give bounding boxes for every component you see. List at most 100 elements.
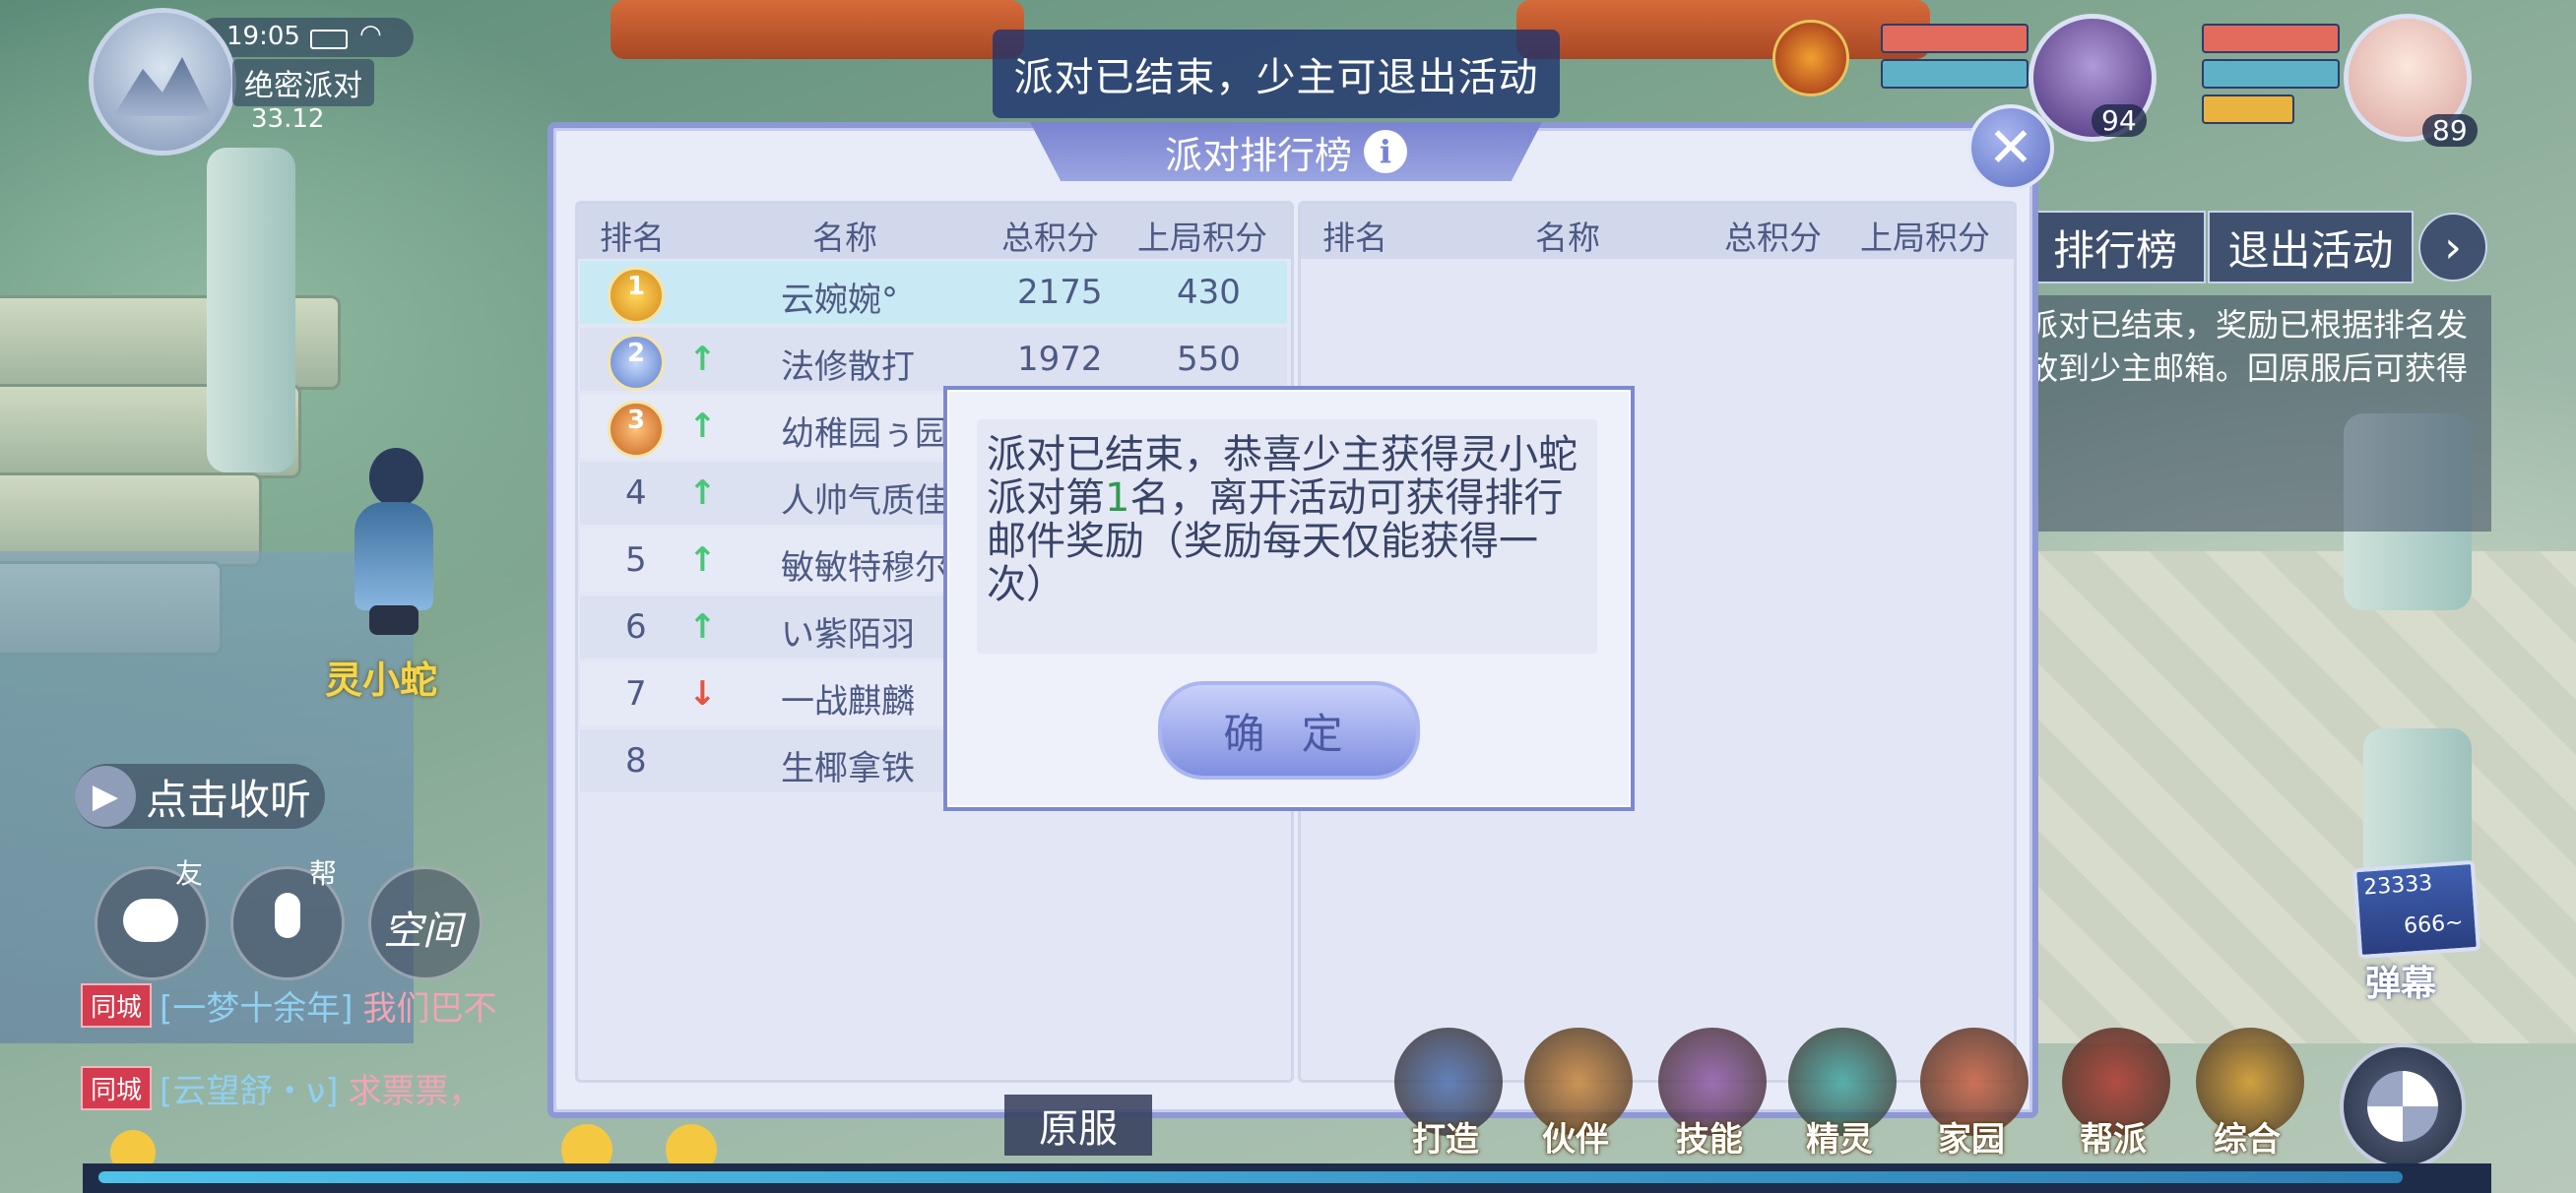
- activity-info-text: 派对已结束，奖励已根据排名发放到少主邮箱。回原服后可获得: [2019, 295, 2491, 532]
- rank-medal-icon: 2: [608, 334, 665, 391]
- col-total-right: 总积分: [1724, 219, 1822, 257]
- experience-bar: [83, 1163, 2491, 1193]
- dock-label: 帮派: [2080, 1120, 2147, 1160]
- activity-info-content: 派对已结束，奖励已根据排名发放到少主邮箱。回原服后可获得: [2027, 306, 2469, 387]
- activity-score: 33.12: [251, 104, 325, 134]
- return-server-button[interactable]: 原服: [1004, 1095, 1152, 1156]
- col-name: 名称: [812, 219, 877, 257]
- player-name-cell: 生椰拿铁: [781, 749, 915, 788]
- col-last: 上局积分: [1137, 219, 1267, 257]
- col-rank-right: 排名: [1322, 219, 1387, 257]
- player-name-cell: 云婉婉°: [781, 281, 898, 320]
- total-score-cell: 2175: [1017, 273, 1103, 312]
- ranking-button[interactable]: 排行榜: [2025, 211, 2206, 283]
- trend-up-icon: ↑: [688, 473, 717, 513]
- trend-down-icon: ↓: [688, 674, 717, 714]
- panel-title-bar: 派对排行榜 i: [1030, 122, 1542, 181]
- rank-number: 5: [625, 540, 647, 580]
- last-score-cell: 430: [1177, 273, 1241, 312]
- party-ended-banner: 派对已结束，少主可退出活动: [993, 30, 1560, 118]
- main-menu-button[interactable]: [2340, 1043, 2466, 1169]
- rank-number: 8: [625, 741, 647, 781]
- dock-label: 打造: [1412, 1120, 1479, 1160]
- chat-channel-tag: 同城: [81, 1065, 153, 1110]
- space-label: 空间: [383, 909, 462, 954]
- chat-channel-tag: 同城: [81, 982, 153, 1028]
- expand-arrow-icon[interactable]: ›: [2418, 213, 2487, 282]
- activity-name: 绝密派对: [232, 59, 374, 106]
- rank-medal-number: 3: [626, 406, 646, 435]
- chat-line[interactable]: 同城 [一梦十余年] 我们巴不: [81, 980, 497, 1030]
- chat-message: 求票票，: [348, 1071, 483, 1111]
- rank-medal-icon: 3: [608, 401, 665, 458]
- close-button[interactable]: ✕: [1967, 104, 2054, 191]
- table-row[interactable]: 2 ↑ 法修散打 1972 550: [580, 328, 1287, 391]
- trend-up-icon: ↑: [688, 407, 717, 446]
- guild-label: 帮: [309, 857, 338, 890]
- player-name-cell: 人帅气质佳: [781, 481, 948, 521]
- player-name-cell: 一战麒麟: [781, 682, 915, 722]
- boss-badge-icon[interactable]: [1772, 20, 1849, 96]
- trend-up-icon: ↑: [688, 607, 717, 647]
- col-total: 总积分: [1001, 219, 1099, 257]
- member-2-bars: [2202, 24, 2340, 130]
- player-name-cell: い紫陌羽: [781, 615, 915, 655]
- ranking-header: 排名 名称 总积分 上局积分: [578, 204, 1291, 259]
- chat-line[interactable]: 同城 [云望舒・ν] 求票票，: [81, 1063, 483, 1112]
- player-character[interactable]: [325, 448, 463, 635]
- close-icon: ✕: [1987, 115, 2034, 180]
- confirm-label: 确 定: [1223, 709, 1355, 758]
- return-server-label: 原服: [1039, 1106, 1118, 1152]
- member-1-bars: [1881, 24, 2029, 94]
- confirm-button[interactable]: 确 定: [1158, 681, 1420, 780]
- reward-rank: 1: [1105, 475, 1130, 521]
- reward-message: 派对已结束，恭喜少主获得灵小蛇派对第1名，离开活动可获得排行邮件奖励（奖励每天仅…: [977, 419, 1597, 620]
- trend-up-icon: ↑: [688, 540, 717, 580]
- chat-sender: [云望舒・ν]: [160, 1071, 339, 1111]
- player-name-cell: 法修散打: [781, 347, 915, 387]
- exit-activity-button[interactable]: 退出活动: [2208, 211, 2414, 283]
- wifi-icon: ◠: [359, 20, 382, 49]
- barrage-widget[interactable]: 23333 666~ 弹幕: [2351, 859, 2481, 1004]
- player-name: 灵小蛇: [325, 659, 438, 702]
- last-score-cell: 550: [1177, 340, 1241, 379]
- experience-fill: [98, 1171, 2403, 1183]
- player-name-cell: 敏敏特穆尔: [781, 548, 948, 588]
- col-name-right: 名称: [1535, 219, 1600, 257]
- barrage-screen-icon: 23333 666~: [2351, 859, 2481, 960]
- barrage-label: 弹幕: [2365, 964, 2437, 1004]
- space-button[interactable]: 空间: [368, 866, 483, 980]
- dock-label: 伙伴: [1542, 1120, 1609, 1160]
- play-icon: ▶: [75, 766, 136, 827]
- rank-medal-number: 1: [626, 272, 646, 301]
- col-rank: 排名: [600, 219, 665, 257]
- member-2-level: 89: [2422, 114, 2478, 147]
- chat-message: 我们巴不: [362, 988, 497, 1029]
- pinwheel-icon: [2367, 1071, 2438, 1142]
- dock-label: 综合: [2214, 1120, 2281, 1160]
- rank-medal-number: 2: [626, 339, 646, 368]
- trend-up-icon: ↑: [688, 340, 717, 379]
- player-avatar[interactable]: [89, 8, 236, 156]
- table-row[interactable]: 1 云婉婉° 2175 430: [580, 261, 1287, 324]
- rank-medal-icon: 1: [608, 267, 665, 324]
- listen-control[interactable]: ▶ 点击收听: [75, 764, 326, 829]
- microphone-icon: [275, 893, 300, 938]
- dock-label: 精灵: [1806, 1120, 1873, 1160]
- reward-message-box: 派对已结束，恭喜少主获得灵小蛇派对第1名，离开活动可获得排行邮件奖励（奖励每天仅…: [977, 419, 1597, 654]
- col-last-right: 上局积分: [1860, 219, 1990, 257]
- ranking-header-right: 排名 名称 总积分 上局积分: [1301, 204, 2014, 259]
- banner-text: 派对已结束，少主可退出活动: [1013, 55, 1539, 100]
- dock-label: 家园: [1938, 1120, 2005, 1160]
- battery-icon: [310, 30, 348, 49]
- rank-number: 7: [625, 674, 647, 714]
- chat-bubble-icon: [123, 899, 178, 942]
- member-1-level: 94: [2092, 104, 2147, 137]
- barrage-count: 23333: [2362, 870, 2434, 901]
- dock-label: 技能: [1676, 1120, 1743, 1160]
- listen-label: 点击收听: [146, 775, 312, 824]
- rank-number: 6: [625, 607, 647, 647]
- info-icon[interactable]: i: [1364, 130, 1407, 173]
- total-score-cell: 1972: [1017, 340, 1103, 379]
- friend-label: 友: [175, 857, 204, 890]
